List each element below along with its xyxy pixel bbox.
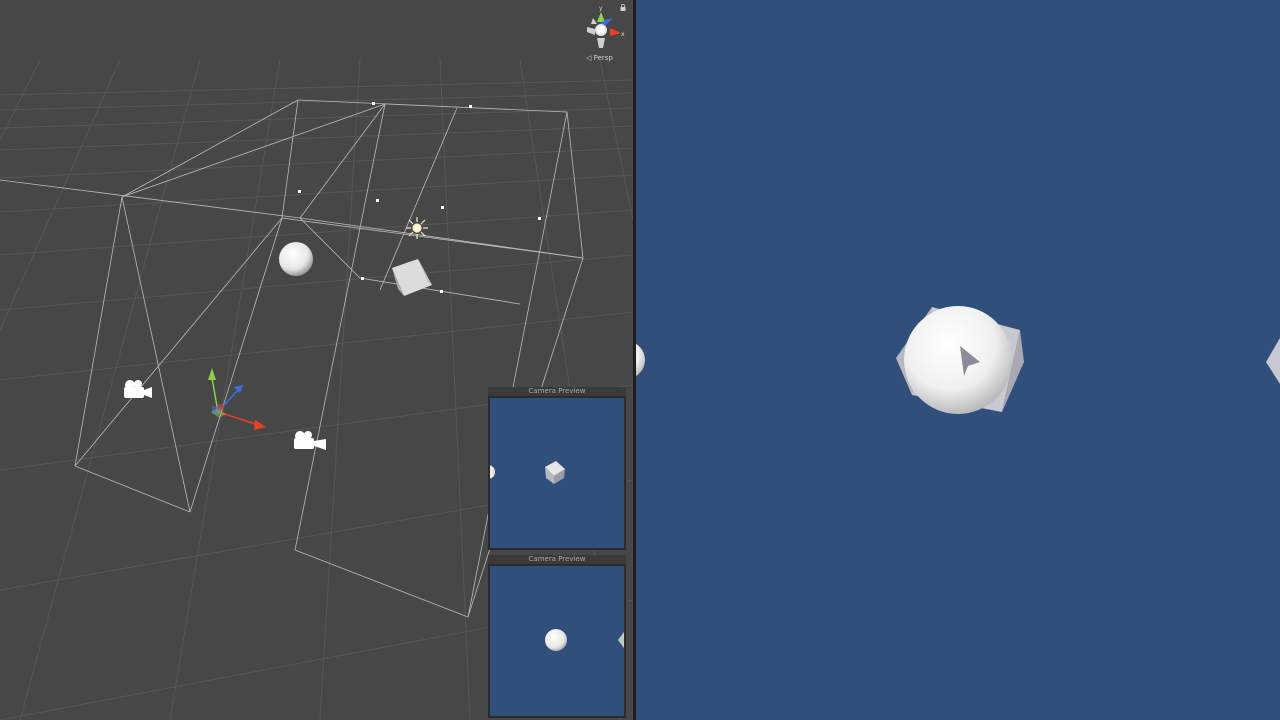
projection-label[interactable]: ◁ Persp [586, 54, 613, 62]
cube-object [618, 632, 624, 648]
camera-icon[interactable] [124, 380, 152, 398]
camera-preview: Camera Preview [488, 387, 626, 550]
camera-icon[interactable] [294, 431, 326, 450]
move-tool-gizmo[interactable] [208, 368, 266, 430]
game-view[interactable] [636, 0, 1280, 720]
camera-preview-title: Camera Preview [488, 555, 626, 564]
cube-object[interactable] [392, 259, 432, 296]
camera-preview: Camera Preview [488, 555, 626, 718]
sphere-object [490, 465, 495, 479]
light-icon[interactable] [406, 217, 428, 239]
cube-object [545, 461, 565, 484]
preview-scene [490, 461, 565, 484]
preview-scene [545, 629, 624, 651]
game-render [636, 306, 1280, 414]
gizmo-x-label: x [621, 31, 625, 38]
gizmo-y-label: y [599, 5, 603, 12]
orientation-gizmo[interactable]: y x [587, 5, 625, 48]
lock-icon[interactable] [620, 4, 626, 11]
camera-preview-render [490, 566, 624, 716]
camera-preview-render [490, 398, 624, 548]
sphere-object[interactable] [279, 242, 313, 276]
cube-object [1266, 338, 1280, 384]
camera-preview-title: Camera Preview [488, 387, 626, 396]
sphere-object [904, 306, 1012, 414]
sphere-object [636, 343, 645, 377]
scene-view[interactable]: y x ◁ Persp Camera Preview Camera Previe… [0, 0, 633, 720]
sphere-object [545, 629, 567, 651]
